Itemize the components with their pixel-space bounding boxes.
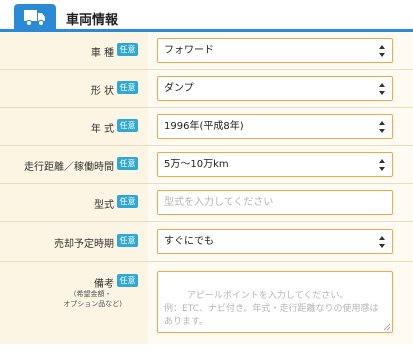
truck-icon xyxy=(24,10,45,27)
optional-badge: 任意 xyxy=(117,274,138,287)
optional-badge: 任意 xyxy=(117,195,138,208)
row-model-year: 年 式 任意 1996年(平成8年) xyxy=(0,108,413,146)
section-title: 車両情報 xyxy=(66,13,119,28)
row-remarks: 備考 任意 (希望金額・ オプション品など) アピールポイントを入力してください… xyxy=(0,262,413,344)
vehicle-type-value: フォワード xyxy=(164,45,214,56)
optional-badge: 任意 xyxy=(117,43,138,56)
model-year-value: 1996年(平成8年) xyxy=(164,121,244,132)
vehicle-type-label: 車 種 xyxy=(90,48,114,59)
optional-badge: 任意 xyxy=(117,234,138,247)
row-model-code: 型式 任意 型式を入力してください xyxy=(0,184,413,222)
optional-badge: 任意 xyxy=(117,81,138,94)
resize-handle-icon[interactable] xyxy=(383,323,390,330)
sale-timing-value: すぐにでも xyxy=(164,236,214,247)
select-arrows-icon xyxy=(379,236,385,248)
row-mileage: 走行距離／稼働時間 任意 5万〜10万km xyxy=(0,146,413,184)
select-arrows-icon xyxy=(379,83,385,95)
vehicle-type-select[interactable]: フォワード xyxy=(157,38,393,63)
select-arrows-icon xyxy=(379,159,385,171)
body-shape-value: ダンプ xyxy=(164,83,194,94)
row-body-shape: 形 状 任意 ダンプ xyxy=(0,70,413,108)
model-year-select[interactable]: 1996年(平成8年) xyxy=(157,114,393,139)
row-sale-timing: 売却予定時期 任意 すぐにでも xyxy=(0,222,413,262)
mileage-label: 走行距離／稼働時間 xyxy=(24,162,114,173)
remarks-placeholder: アピールポイントを入力してください。 例：ETC、ナビ付き。年式・走行距離なりの… xyxy=(164,291,379,327)
body-shape-select[interactable]: ダンプ xyxy=(157,76,393,101)
model-code-label: 型式 xyxy=(94,200,114,211)
section-header: 車両情報 xyxy=(0,0,413,33)
remarks-sublabel: (希望金額・ オプション品など) xyxy=(63,290,122,308)
model-code-input[interactable]: 型式を入力してください xyxy=(157,190,393,215)
model-year-label: 年 式 xyxy=(90,124,114,135)
select-arrows-icon xyxy=(379,121,385,133)
sale-timing-label: 売却予定時期 xyxy=(54,239,114,250)
select-arrows-icon xyxy=(379,45,385,57)
remarks-label: 備考 xyxy=(94,279,114,290)
mileage-select[interactable]: 5万〜10万km xyxy=(157,152,393,177)
row-vehicle-type: 車 種 任意 フォワード xyxy=(0,32,413,70)
vehicle-info-panel: 車両情報 車 種 任意 フォワード 形 状 任意 ダンプ 年 式 任意 1996… xyxy=(0,0,413,344)
optional-badge: 任意 xyxy=(117,119,138,132)
truck-icon-box xyxy=(14,4,56,33)
body-shape-label: 形 状 xyxy=(90,86,114,97)
sale-timing-select[interactable]: すぐにでも xyxy=(157,229,393,254)
remarks-textarea[interactable]: アピールポイントを入力してください。 例：ETC、ナビ付き。年式・走行距離なりの… xyxy=(157,271,393,333)
optional-badge: 任意 xyxy=(117,157,138,170)
mileage-value: 5万〜10万km xyxy=(164,159,229,170)
